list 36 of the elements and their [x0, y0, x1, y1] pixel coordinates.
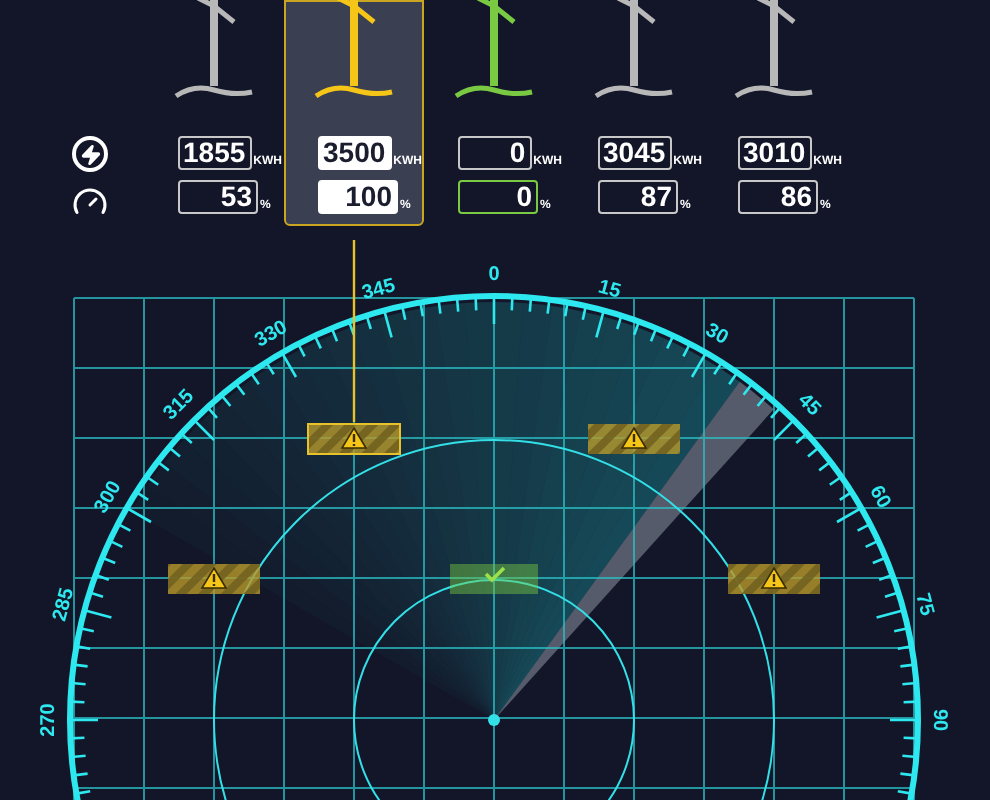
- radar-center-dot: [488, 714, 500, 726]
- dial-label: 30: [701, 319, 732, 350]
- dial-label: 285: [49, 585, 80, 624]
- dial-label: 15: [595, 276, 623, 304]
- wind-turbine-icon: [170, 0, 258, 102]
- wind-turbine-icon: [310, 0, 398, 102]
- wind-turbine-icon: [590, 0, 678, 102]
- percent-value: 100: [318, 180, 398, 214]
- energy-value: 0: [458, 136, 532, 170]
- warning-marker[interactable]: [168, 564, 260, 594]
- energy-value: 3010: [738, 136, 812, 170]
- percent-value: 86: [738, 180, 818, 214]
- lightning-icon: [72, 136, 108, 172]
- dial-label: 90: [928, 708, 950, 732]
- dial-label: 45: [793, 389, 825, 421]
- dial-label: 60: [864, 482, 895, 513]
- energy-value: 3045: [598, 136, 672, 170]
- dial-label: 345: [359, 275, 398, 306]
- energy-value: 3500: [318, 136, 392, 170]
- warning-marker[interactable]: [588, 424, 680, 454]
- wind-turbine-icon: [450, 0, 538, 102]
- percent-value: 53: [178, 180, 258, 214]
- wind-turbine-icon: [730, 0, 818, 102]
- dial-label: 75: [910, 591, 938, 619]
- percent-value: 0: [458, 180, 538, 214]
- gauge-icon: [72, 184, 108, 220]
- warning-marker[interactable]: [728, 564, 820, 594]
- energy-value: 1855: [178, 136, 252, 170]
- dial-label: 330: [251, 316, 292, 353]
- dial-label: 315: [159, 385, 199, 425]
- dial-label: 270: [38, 703, 60, 737]
- dial-label: 300: [90, 477, 127, 518]
- dial-label: 0: [488, 264, 500, 286]
- percent-value: 87: [598, 180, 678, 214]
- warning-marker[interactable]: [307, 423, 401, 455]
- ok-marker[interactable]: [450, 564, 538, 594]
